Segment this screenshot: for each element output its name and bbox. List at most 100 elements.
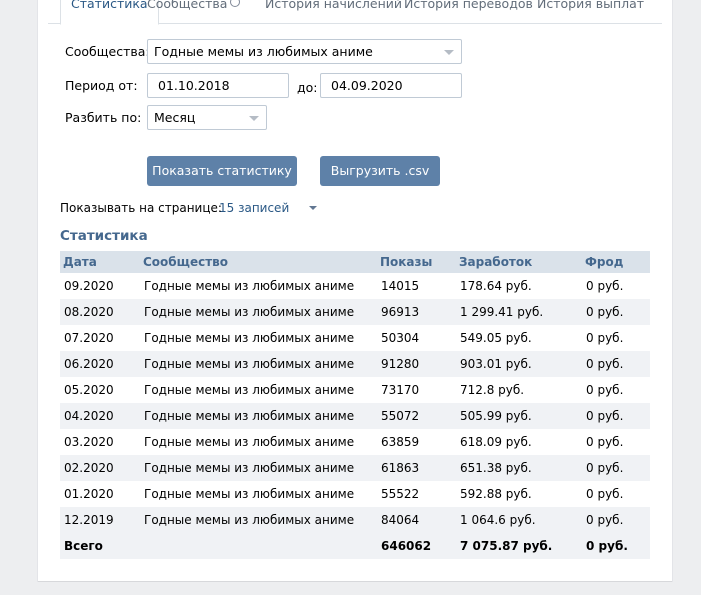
cell-views: 61863 <box>377 455 456 481</box>
tab-payout-history[interactable]: История выплат <box>527 0 654 24</box>
cell-community: Годные мемы из любимых аниме <box>144 487 355 501</box>
cell-earnings: 1 299.41 руб. <box>456 299 582 325</box>
tab-accrual-history-label: История начислений <box>265 0 403 11</box>
per-page-dropdown[interactable]: 15 записей <box>219 201 289 215</box>
cell-date: 07.2020 <box>64 331 114 345</box>
section-title: Статистика <box>60 228 148 244</box>
cell-fraud: 0 руб. <box>582 455 650 481</box>
tab-transfer-history[interactable]: История переводов <box>394 0 543 24</box>
cell-fraud: 0 руб. <box>586 435 624 449</box>
tab-transfer-history-label: История переводов <box>404 0 533 11</box>
table-row: 02.2020 Годные мемы из любимых аниме 61863… <box>60 455 650 481</box>
show-statistics-button[interactable]: Показать статистику <box>147 156 297 186</box>
community-label: Сообщества: <box>65 44 150 59</box>
cell-fraud: 0 руб. <box>582 351 650 377</box>
cell-earnings: 618.09 руб. <box>460 435 532 449</box>
table-row: 08.2020 Годные мемы из любимых аниме 96913… <box>60 299 650 325</box>
total-cell-earnings: 7 075.87 руб. <box>456 533 582 559</box>
cell-community: Годные мемы из любимых аниме <box>144 279 355 293</box>
per-page-label: Показывать на странице: <box>60 201 222 215</box>
cell-views: 50304 <box>381 331 420 345</box>
cell-views: 63859 <box>381 435 420 449</box>
cell-community: Годные мемы из любимых аниме <box>144 331 355 345</box>
cell-earnings: 549.05 руб. <box>460 331 532 345</box>
table-header-row: Дата Сообщество Показы Заработок Фрод <box>60 251 650 273</box>
split-by-select-value: Месяц <box>154 110 196 125</box>
table-body: 09.2020 Годные мемы из любимых аниме 14015… <box>60 273 650 559</box>
stats-table: Дата Сообщество Показы Заработок Фрод 09… <box>60 251 650 559</box>
cell-views: 55522 <box>381 487 420 501</box>
cell-community: Годные мемы из любимых аниме <box>140 351 377 377</box>
cell-views: 73170 <box>381 383 420 397</box>
cell-community: Годные мемы из любимых аниме <box>140 299 377 325</box>
period-to-input[interactable] <box>331 74 461 97</box>
cell-fraud: 0 руб. <box>582 299 650 325</box>
cell-earnings: 903.01 руб. <box>456 351 582 377</box>
cell-date: 06.2020 <box>60 351 140 377</box>
cell-views: 55072 <box>377 403 456 429</box>
export-csv-button[interactable]: Выгрузить .csv <box>320 156 440 186</box>
cell-date: 02.2020 <box>60 455 140 481</box>
column-header-community: Сообщество <box>140 251 377 273</box>
table-row: 04.2020 Годные мемы из любимых аниме 55072… <box>60 403 650 429</box>
cell-date: 05.2020 <box>64 383 114 397</box>
column-header-earnings: Заработок <box>456 251 582 273</box>
loading-spinner-icon <box>230 0 241 7</box>
column-header-date: Дата <box>60 251 140 273</box>
cell-fraud: 0 руб. <box>586 487 624 501</box>
table-row: 05.2020 Годные мемы из любимых аниме 73170… <box>60 377 650 403</box>
total-cell-fraud: 0 руб. <box>582 533 650 559</box>
total-cell-views: 646062 <box>377 533 456 559</box>
cell-date: 12.2019 <box>60 507 140 533</box>
community-select[interactable]: Годные мемы из любимых аниме <box>147 39 462 64</box>
period-from-field[interactable] <box>147 73 289 98</box>
cell-fraud: 0 руб. <box>582 507 650 533</box>
cell-earnings: 1 064.6 руб. <box>456 507 582 533</box>
total-cell-date: Всего <box>60 533 140 559</box>
tab-communities-label: Сообщества <box>147 0 228 11</box>
table-row: 12.2019 Годные мемы из любимых аниме 84064… <box>60 507 650 533</box>
column-header-views: Показы <box>377 251 456 273</box>
period-to-label: до: <box>297 80 318 95</box>
table-total-row: Всего 646062 7 075.87 руб. 0 руб. <box>60 533 650 559</box>
chevron-down-icon <box>249 116 259 121</box>
chevron-down-icon <box>444 50 454 55</box>
column-header-fraud: Фрод <box>582 251 650 273</box>
period-to-field[interactable] <box>320 73 462 98</box>
cell-earnings: 592.88 руб. <box>460 487 532 501</box>
cell-views: 14015 <box>381 279 420 293</box>
period-from-input[interactable] <box>158 74 288 97</box>
cell-fraud: 0 руб. <box>586 279 624 293</box>
table-row: 07.2020 Годные мемы из любимых аниме 50304… <box>60 325 650 351</box>
community-select-value: Годные мемы из любимых аниме <box>154 44 373 59</box>
stats-panel: Статистика Сообщества История начислений… <box>38 0 672 581</box>
cell-date: 09.2020 <box>64 279 114 293</box>
cell-views: 96913 <box>377 299 456 325</box>
cell-fraud: 0 руб. <box>586 383 624 397</box>
cell-views: 91280 <box>377 351 456 377</box>
cell-date: 01.2020 <box>64 487 114 501</box>
table-row: 01.2020 Годные мемы из любимых аниме 55522… <box>60 481 650 507</box>
cell-views: 84064 <box>377 507 456 533</box>
cell-community: Годные мемы из любимых аниме <box>140 403 377 429</box>
table-row: 03.2020 Годные мемы из любимых аниме 63859… <box>60 429 650 455</box>
cell-community: Годные мемы из любимых аниме <box>140 507 377 533</box>
cell-community: Годные мемы из любимых аниме <box>144 383 355 397</box>
cell-date: 04.2020 <box>60 403 140 429</box>
total-cell-community <box>140 533 377 559</box>
cell-earnings: 505.99 руб. <box>456 403 582 429</box>
cell-date: 03.2020 <box>64 435 114 449</box>
cell-earnings: 651.38 руб. <box>456 455 582 481</box>
table-row: 09.2020 Годные мемы из любимых аниме 14015… <box>60 273 650 299</box>
tab-accrual-history[interactable]: История начислений <box>255 0 412 24</box>
cell-community: Годные мемы из любимых аниме <box>144 435 355 449</box>
cell-fraud: 0 руб. <box>582 403 650 429</box>
cell-earnings: 712.8 руб. <box>460 383 525 397</box>
tab-payout-history-label: История выплат <box>537 0 645 11</box>
tab-communities[interactable]: Сообщества <box>137 0 250 24</box>
cell-earnings: 178.64 руб. <box>460 279 532 293</box>
cell-fraud: 0 руб. <box>586 331 624 345</box>
period-from-label: Период от: <box>65 78 138 93</box>
split-by-select[interactable]: Месяц <box>147 105 267 130</box>
chevron-down-icon[interactable] <box>309 206 317 210</box>
